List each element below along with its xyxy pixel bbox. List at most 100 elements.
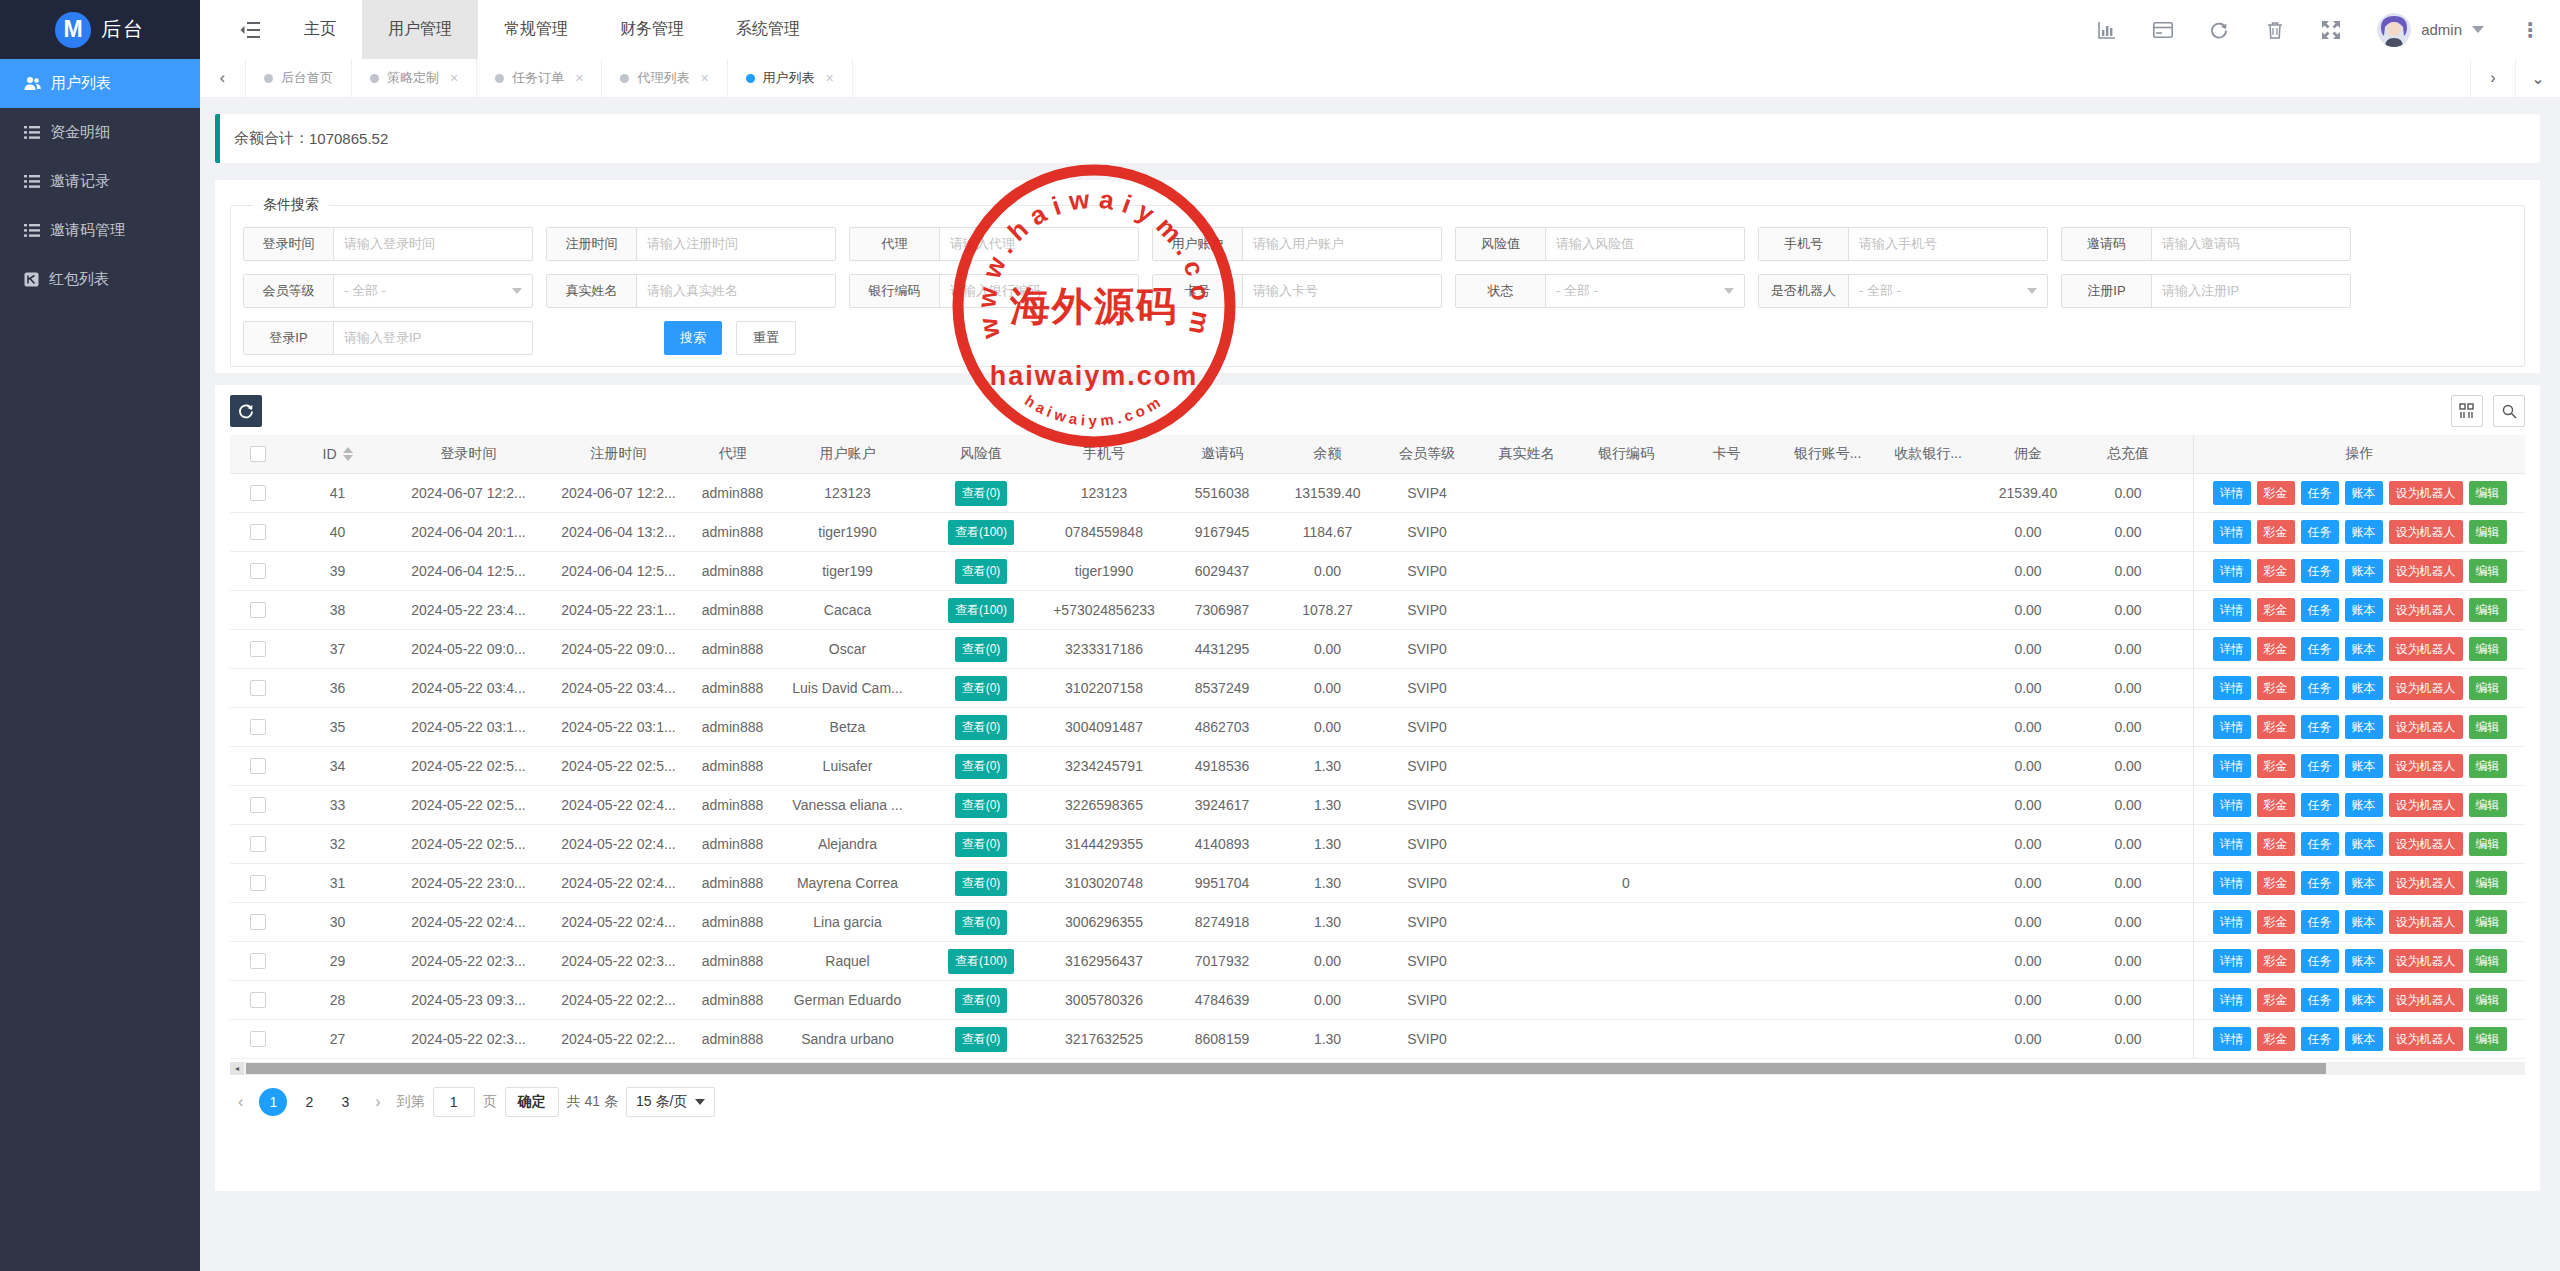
select-all-checkbox-cell[interactable] (230, 435, 285, 474)
op-button-任务[interactable]: 任务 (2301, 637, 2339, 661)
close-tab-icon[interactable]: × (826, 70, 834, 86)
sidebar-item-红包列表[interactable]: 红包列表 (0, 255, 200, 304)
sidebar-item-邀请码管理[interactable]: 邀请码管理 (0, 206, 200, 255)
op-button-编辑[interactable]: 编辑 (2469, 559, 2507, 583)
risk-view-badge[interactable]: 查看(0) (955, 754, 1008, 779)
close-tab-icon[interactable]: × (700, 70, 708, 86)
op-button-编辑[interactable]: 编辑 (2469, 754, 2507, 778)
row-checkbox[interactable] (250, 680, 266, 696)
field-input[interactable]: 请输入卡号 (1243, 275, 1441, 307)
risk-view-badge[interactable]: 查看(0) (955, 988, 1008, 1013)
op-button-设为机器人[interactable]: 设为机器人 (2389, 832, 2463, 856)
op-button-彩金[interactable]: 彩金 (2257, 559, 2295, 583)
op-button-账本[interactable]: 账本 (2345, 1027, 2383, 1051)
op-button-编辑[interactable]: 编辑 (2469, 910, 2507, 934)
op-button-账本[interactable]: 账本 (2345, 715, 2383, 739)
row-checkbox[interactable] (250, 641, 266, 657)
op-button-彩金[interactable]: 彩金 (2257, 520, 2295, 544)
op-button-账本[interactable]: 账本 (2345, 481, 2383, 505)
op-button-彩金[interactable]: 彩金 (2257, 1027, 2295, 1051)
op-button-任务[interactable]: 任务 (2301, 676, 2339, 700)
select-all-checkbox[interactable] (250, 446, 266, 462)
field-input[interactable]: 请输入手机号 (1849, 228, 2047, 260)
op-button-编辑[interactable]: 编辑 (2469, 637, 2507, 661)
field-input[interactable]: 请输入注册IP (2152, 275, 2350, 307)
field-input[interactable]: 请输入银行编码 (940, 275, 1138, 307)
op-button-设为机器人[interactable]: 设为机器人 (2389, 1027, 2463, 1051)
risk-view-badge[interactable]: 查看(0) (955, 559, 1008, 584)
op-button-编辑[interactable]: 编辑 (2469, 949, 2507, 973)
refresh-table-button[interactable] (230, 395, 262, 427)
sidebar-item-用户列表[interactable]: 用户列表 (0, 59, 200, 108)
row-checkbox[interactable] (250, 524, 266, 540)
tab-任务订单[interactable]: 任务订单× (477, 59, 602, 97)
tab-用户列表[interactable]: 用户列表× (728, 59, 853, 97)
op-button-任务[interactable]: 任务 (2301, 871, 2339, 895)
risk-view-badge[interactable]: 查看(0) (955, 676, 1008, 701)
goto-page-input[interactable]: 1 (433, 1087, 475, 1117)
op-button-彩金[interactable]: 彩金 (2257, 793, 2295, 817)
risk-view-badge[interactable]: 查看(0) (955, 910, 1008, 935)
risk-view-badge[interactable]: 查看(0) (955, 715, 1008, 740)
prev-page-icon[interactable]: ‹ (230, 1093, 251, 1111)
close-tab-icon[interactable]: × (450, 70, 458, 86)
trash-icon[interactable] (2265, 20, 2285, 40)
op-button-任务[interactable]: 任务 (2301, 832, 2339, 856)
op-button-设为机器人[interactable]: 设为机器人 (2389, 637, 2463, 661)
op-button-设为机器人[interactable]: 设为机器人 (2389, 793, 2463, 817)
op-button-账本[interactable]: 账本 (2345, 520, 2383, 544)
sidebar-item-资金明细[interactable]: 资金明细 (0, 108, 200, 157)
op-button-详情[interactable]: 详情 (2213, 871, 2251, 895)
op-button-详情[interactable]: 详情 (2213, 1027, 2251, 1051)
nav-item-财务管理[interactable]: 财务管理 (594, 0, 710, 59)
op-button-编辑[interactable]: 编辑 (2469, 715, 2507, 739)
reset-button[interactable]: 重置 (736, 321, 796, 355)
op-button-任务[interactable]: 任务 (2301, 793, 2339, 817)
op-button-详情[interactable]: 详情 (2213, 754, 2251, 778)
op-button-设为机器人[interactable]: 设为机器人 (2389, 481, 2463, 505)
tabs-scroll-right-icon[interactable]: › (2470, 59, 2515, 97)
op-button-账本[interactable]: 账本 (2345, 871, 2383, 895)
op-button-任务[interactable]: 任务 (2301, 910, 2339, 934)
op-button-编辑[interactable]: 编辑 (2469, 793, 2507, 817)
row-checkbox[interactable] (250, 875, 266, 891)
op-button-账本[interactable]: 账本 (2345, 832, 2383, 856)
scrollbar-thumb[interactable] (246, 1063, 2326, 1074)
field-input[interactable]: 请输入真实姓名 (637, 275, 835, 307)
op-button-编辑[interactable]: 编辑 (2469, 832, 2507, 856)
risk-view-badge[interactable]: 查看(0) (955, 637, 1008, 662)
row-checkbox[interactable] (250, 1031, 266, 1047)
op-button-设为机器人[interactable]: 设为机器人 (2389, 988, 2463, 1012)
op-button-设为机器人[interactable]: 设为机器人 (2389, 754, 2463, 778)
op-button-彩金[interactable]: 彩金 (2257, 598, 2295, 622)
field-select[interactable]: - 全部 - (334, 275, 532, 307)
confirm-button[interactable]: 确定 (505, 1087, 559, 1117)
op-button-设为机器人[interactable]: 设为机器人 (2389, 871, 2463, 895)
tabs-scroll-left-icon[interactable]: ‹ (200, 59, 245, 97)
nav-item-常规管理[interactable]: 常规管理 (478, 0, 594, 59)
row-checkbox[interactable] (250, 797, 266, 813)
op-button-详情[interactable]: 详情 (2213, 676, 2251, 700)
op-button-设为机器人[interactable]: 设为机器人 (2389, 559, 2463, 583)
field-input[interactable]: 请输入用户账户 (1243, 228, 1441, 260)
row-checkbox[interactable] (250, 602, 266, 618)
risk-view-badge[interactable]: 查看(0) (955, 832, 1008, 857)
sidebar-item-邀请记录[interactable]: 邀请记录 (0, 157, 200, 206)
op-button-彩金[interactable]: 彩金 (2257, 832, 2295, 856)
row-checkbox[interactable] (250, 914, 266, 930)
op-button-详情[interactable]: 详情 (2213, 637, 2251, 661)
sort-icon[interactable] (343, 447, 353, 461)
op-button-任务[interactable]: 任务 (2301, 988, 2339, 1012)
op-button-账本[interactable]: 账本 (2345, 793, 2383, 817)
op-button-账本[interactable]: 账本 (2345, 598, 2383, 622)
chart-icon[interactable] (2097, 20, 2117, 40)
op-button-任务[interactable]: 任务 (2301, 949, 2339, 973)
nav-item-主页[interactable]: 主页 (278, 0, 362, 59)
op-button-编辑[interactable]: 编辑 (2469, 676, 2507, 700)
tab-策略定制[interactable]: 策略定制× (352, 59, 477, 97)
op-button-账本[interactable]: 账本 (2345, 637, 2383, 661)
op-button-账本[interactable]: 账本 (2345, 910, 2383, 934)
op-button-任务[interactable]: 任务 (2301, 754, 2339, 778)
op-button-任务[interactable]: 任务 (2301, 559, 2339, 583)
page-size-select[interactable]: 15 条/页 (626, 1087, 715, 1117)
